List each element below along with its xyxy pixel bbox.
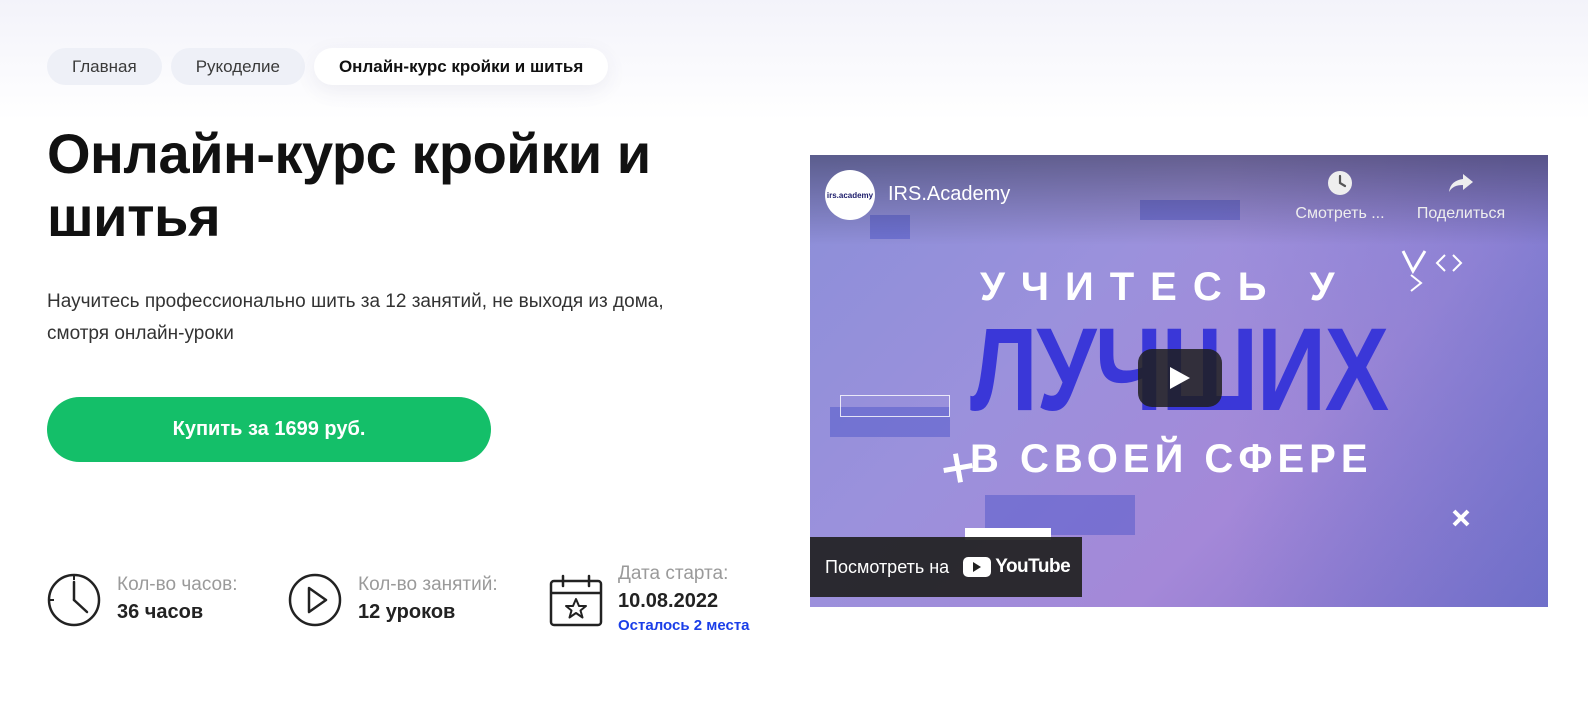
stat-start-label: Дата старта: <box>618 563 729 584</box>
stat-lessons-label: Кол-во занятий: <box>358 574 498 595</box>
watch-on-label: Посмотреть на <box>825 556 950 577</box>
cross-icon <box>1452 509 1470 527</box>
breadcrumb-home[interactable]: Главная <box>47 48 162 85</box>
calendar-star-icon <box>549 574 603 627</box>
plus-icon <box>943 453 973 483</box>
share-button[interactable]: Поделиться <box>1406 169 1516 223</box>
play-icon <box>1170 367 1190 389</box>
watch-later-button[interactable]: Смотреть ... <box>1285 169 1395 223</box>
channel-name[interactable]: IRS.Academy <box>888 183 1010 206</box>
page-title: Онлайн-курс кройки и шитья <box>47 122 651 248</box>
page-subtitle: Научитесь профессионально шить за 12 зан… <box>47 291 664 344</box>
stat-start-value: 10.08.2022 <box>618 590 719 612</box>
promo-text-bottom: В СВОЕЙ СФЕРЕ <box>970 437 1373 481</box>
watch-on-youtube-button[interactable]: Посмотреть на YouTube <box>810 537 1082 597</box>
breadcrumb-current: Онлайн-курс кройки и шитья <box>313 48 609 85</box>
play-button[interactable] <box>1138 349 1222 407</box>
breadcrumb-handicraft[interactable]: Рукоделие <box>170 48 305 85</box>
share-arrow-icon <box>1449 174 1473 192</box>
youtube-play-icon <box>963 557 992 577</box>
stat-hours-value: 36 часов <box>117 601 204 623</box>
stat-hours-label: Кол-во часов: <box>117 574 238 595</box>
play-circle-icon <box>288 573 342 627</box>
stat-lessons: Кол-во занятий: 12 уроков <box>288 572 498 628</box>
clock-icon <box>47 573 101 627</box>
buy-button[interactable]: Купить за 1699 руб. <box>47 397 491 462</box>
seats-left-note: Осталось 2 места <box>618 617 750 634</box>
watch-later-label: Смотреть ... <box>1295 205 1385 222</box>
stat-hours: Кол-во часов: 36 часов <box>47 572 237 628</box>
channel-avatar[interactable]: irs.academy <box>825 170 875 220</box>
stat-lessons-value: 12 уроков <box>358 601 456 623</box>
stat-start-date: Дата старта: 10.08.2022 Осталось 2 места <box>548 561 750 637</box>
breadcrumb: Главная Рукоделие Онлайн-курс кройки и ш… <box>47 48 609 85</box>
share-label: Поделиться <box>1416 205 1506 222</box>
youtube-logo: YouTube <box>963 556 1071 578</box>
youtube-wordmark: YouTube <box>995 556 1071 577</box>
video-player[interactable]: irs.academy IRS.Academy Смотреть ... Под… <box>810 155 1548 607</box>
clock-icon <box>1328 171 1352 195</box>
code-brackets-icon <box>1401 250 1463 292</box>
video-deco-outline <box>840 395 950 417</box>
